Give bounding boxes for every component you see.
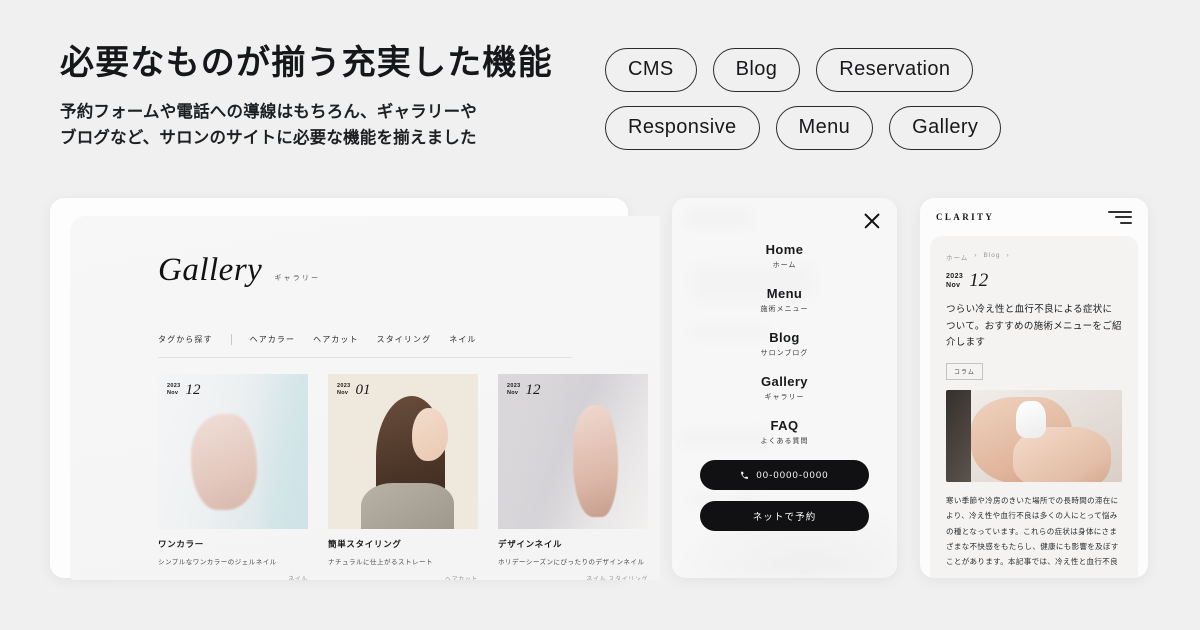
breadcrumb: ホーム › Blog › (946, 252, 1122, 262)
nav-item-blog[interactable]: Blog サロンブログ (672, 330, 897, 358)
thumbnail-date-badge: 2023 Nov 12 (507, 382, 541, 398)
nav-item-label-ja: サロンブログ (760, 350, 809, 357)
hamburger-icon[interactable] (1108, 210, 1132, 224)
gallery-card-tags: ヘアカット (444, 577, 478, 580)
mobile-cta-group: 00-0000-0000 ネットで予約 (700, 460, 869, 542)
article-date-day: 12 (969, 270, 989, 291)
gallery-card-meta: ワンカラー シンプルなワンカラーのジェルネイル ネイル (158, 529, 308, 580)
thumbnail-date-ym: 2023 Nov (507, 383, 521, 397)
breadcrumb-blog[interactable]: Blog (983, 252, 1000, 262)
gallery-nav-haircut[interactable]: ヘアカット (313, 334, 359, 345)
gallery-card-title: ワンカラー (158, 539, 205, 549)
thumbnail-date-ym: 2023 Nov (337, 383, 351, 397)
mobile-blog-mockup: CLARITY ホーム › Blog › 2023 Nov 12 つらい冷え性と血… (920, 198, 1148, 578)
nav-item-label-en: Gallery (761, 374, 808, 389)
header: 必要なものが揃う充実した機能 予約フォームや電話への導線はもちろん、ギャラリーや… (0, 0, 1200, 175)
gallery-card[interactable]: 2023 Nov 12 デザインネイル ホリデーシーズンにぴったりのデザインネイル… (498, 374, 648, 580)
thumbnail-date-badge: 2023 Nov 12 (167, 382, 201, 398)
gallery-card[interactable]: 2023 Nov 01 簡単スタイリング ナチュラルに仕上がるストレート ヘアカッ… (328, 374, 478, 580)
desktop-gallery-mockup: Gallery ギャラリー タグから探す ヘアカラー ヘアカット スタイリング … (50, 198, 660, 580)
subtitle-line-2: ブログなど、サロンのサイトに必要な機能を揃えました (60, 129, 477, 148)
page-title: 必要なものが揃う充実した機能 (60, 44, 553, 82)
gallery-tag-nav: タグから探す ヘアカラー ヘアカット スタイリング ネイル (158, 334, 572, 358)
article-date: 2023 Nov 12 (946, 270, 1122, 291)
gallery-nav-styling[interactable]: スタイリング (377, 334, 432, 345)
feature-tag-menu[interactable]: Menu (775, 106, 874, 150)
gallery-card-tags: ネイル スタイリング (586, 577, 648, 580)
article-date-ym: 2023 Nov (946, 273, 964, 290)
page-subtitle: 予約フォームや電話への導線はもちろん、ギャラリーや ブログなど、サロンのサイトに… (60, 99, 580, 152)
gallery-card-meta: デザインネイル ホリデーシーズンにぴったりのデザインネイル ネイル スタイリング (498, 529, 648, 580)
breadcrumb-separator: › (974, 252, 978, 259)
feature-tag-reservation[interactable]: Reservation (816, 48, 974, 92)
feature-tag-cms[interactable]: CMS (605, 48, 697, 92)
call-phone-button[interactable]: 00-0000-0000 (700, 460, 869, 490)
thumbnail-date-ym: 2023 Nov (167, 383, 181, 397)
mobile-blog-article: ホーム › Blog › 2023 Nov 12 つらい冷え性と血行不良による症状… (930, 236, 1138, 578)
article-body: 寒い季節や冷房のきいた場所での長時間の滞在により、冷え性や血行不良は多くの人にと… (946, 495, 1119, 567)
gallery-card-desc: ホリデーシーズンにぴったりのデザインネイル (498, 559, 645, 566)
thumbnail-date-day: 01 (355, 382, 371, 398)
nav-item-menu[interactable]: Menu 施術メニュー (672, 286, 897, 314)
nav-item-label-ja: 施術メニュー (760, 306, 809, 313)
gallery-thumbnail[interactable]: 2023 Nov 12 (498, 374, 648, 529)
gallery-card-desc: ナチュラルに仕上がるストレート (328, 559, 433, 566)
close-icon[interactable] (863, 212, 881, 230)
nav-item-gallery[interactable]: Gallery ギャラリー (672, 374, 897, 402)
nav-item-label-en: Menu (766, 286, 803, 301)
gallery-nav-label: タグから探す (158, 335, 213, 344)
feature-tag-list: CMS Blog Reservation Responsive Menu Gal… (605, 48, 1085, 164)
online-reservation-label: ネットで予約 (752, 512, 817, 523)
gallery-heading: Gallery ギャラリー (158, 252, 320, 289)
gallery-page-viewport: Gallery ギャラリー タグから探す ヘアカラー ヘアカット スタイリング … (70, 216, 660, 580)
nav-divider (230, 334, 232, 345)
thumbnail-date-day: 12 (525, 382, 541, 398)
feature-tag-gallery[interactable]: Gallery (889, 106, 1002, 150)
article-hero-image (946, 389, 1122, 482)
nav-item-home[interactable]: Home ホーム (672, 242, 897, 270)
gallery-nav-nail[interactable]: ネイル (449, 334, 476, 345)
article-title: つらい冷え性と血行不良による症状について。おすすめの施術メニューをご紹介します (946, 303, 1122, 349)
article-category-tag[interactable]: コラム (946, 362, 983, 380)
gallery-thumbnail[interactable]: 2023 Nov 01 (328, 374, 478, 529)
feature-tag-row-1: CMS Blog Reservation (605, 48, 1085, 92)
mobile-blog-header: CLARITY (920, 198, 1148, 236)
gallery-card-grid: 2023Nov 12 ワンカラー シンプルなワンカラーのジェルネイル ネイル (158, 374, 648, 580)
gallery-card-desc: シンプルなワンカラーのジェルネイル (158, 559, 277, 566)
nav-item-label-en: Blog (769, 330, 800, 345)
heading-block: 必要なものが揃う充実した機能 予約フォームや電話への導線はもちろん、ギャラリーや… (60, 42, 580, 152)
phone-icon (741, 471, 749, 479)
nav-item-label-ja: よくある質問 (760, 438, 809, 445)
gallery-card-title: デザインネイル (498, 539, 563, 549)
thumbnail-date-day: 12 (185, 382, 201, 398)
gallery-title-ja: ギャラリー (274, 275, 321, 282)
breadcrumb-separator: › (1006, 252, 1010, 259)
feature-tag-responsive[interactable]: Responsive (605, 106, 760, 150)
nav-item-label-en: Home (765, 242, 804, 257)
feature-tag-row-2: Responsive Menu Gallery (605, 106, 1085, 150)
gallery-card-tags: ネイル (288, 577, 308, 580)
gallery-nav-haircolor[interactable]: ヘアカラー (250, 334, 296, 345)
gallery-card-meta: 簡単スタイリング ナチュラルに仕上がるストレート ヘアカット (328, 529, 478, 580)
nav-item-faq[interactable]: FAQ よくある質問 (672, 418, 897, 446)
gallery-card[interactable]: 2023 Nov 12 ワンカラー シンプルなワンカラーのジェルネイル ネイル (158, 374, 308, 580)
online-reservation-button[interactable]: ネットで予約 (700, 501, 869, 531)
gallery-thumbnail[interactable]: 2023 Nov 12 (158, 374, 308, 529)
mobile-menu-mockup: Home ホーム Menu 施術メニュー Blog サロンブログ Gallery… (672, 198, 897, 578)
site-logo[interactable]: CLARITY (936, 212, 994, 222)
gallery-title: Gallery (158, 252, 263, 288)
nav-item-label-ja: ギャラリー (764, 394, 805, 401)
subtitle-line-1: 予約フォームや電話への導線はもちろん、ギャラリーや (60, 102, 478, 121)
feature-tag-blog[interactable]: Blog (712, 48, 801, 92)
gallery-card-title: 簡単スタイリング (328, 539, 402, 549)
thumbnail-date-badge: 2023 Nov 01 (337, 382, 371, 398)
nav-item-label-ja: ホーム (772, 262, 797, 269)
call-phone-label: 00-0000-0000 (756, 469, 829, 481)
nav-item-label-en: FAQ (770, 418, 799, 433)
breadcrumb-home[interactable]: ホーム (946, 252, 968, 262)
